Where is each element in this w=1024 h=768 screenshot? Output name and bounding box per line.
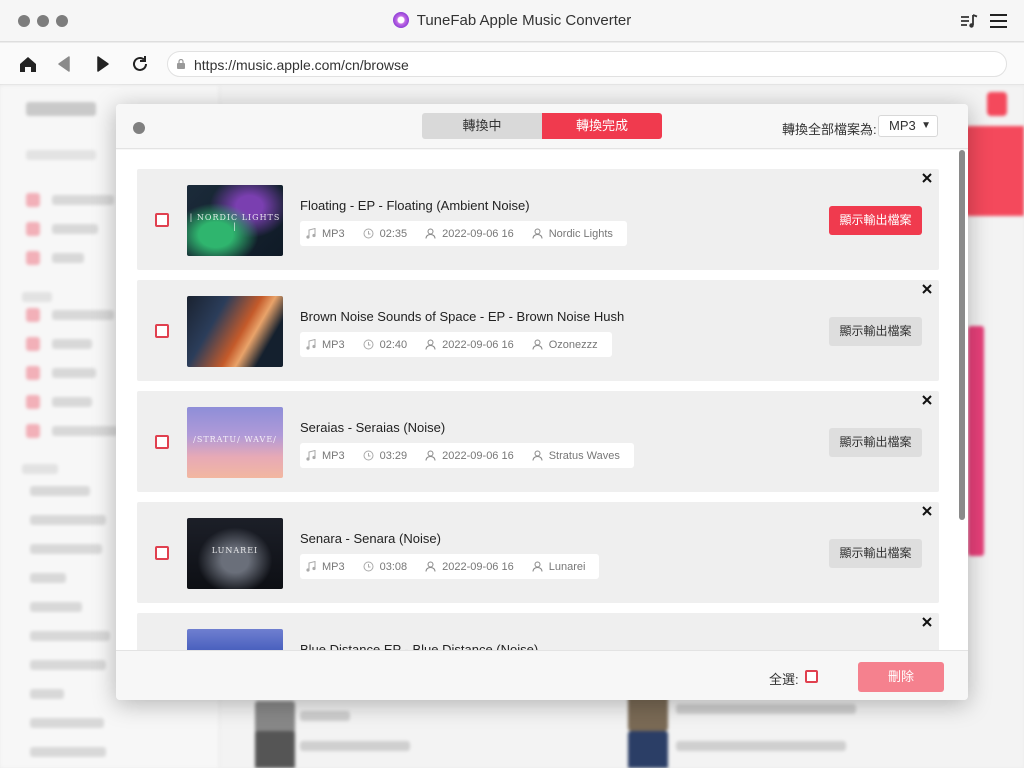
track-meta: MP3 03:29 2022-09-06 16 Stratus Waves [300,443,634,468]
delete-button[interactable]: 刪除 [858,662,944,692]
close-icon[interactable] [921,283,933,295]
app-title-text: TuneFab Apple Music Converter [416,12,632,29]
cover-text: LUNAREI [211,546,259,555]
dialog-footer: 全選: 刪除 [116,650,968,700]
track-artist: Ozonezzz [548,338,598,351]
close-icon[interactable] [921,394,933,406]
track-title: Blue Distance EP - Blue Distance (Noise) [300,642,539,650]
convert-all-label: 轉換全部檔案為: [782,122,877,137]
album-cover: /STRATU/ WAVE/ [187,407,283,478]
show-output-file-button[interactable]: 顯示輸出檔案 [829,317,922,346]
show-output-file-button[interactable]: 顯示輸出檔案 [829,206,922,235]
tab-completed[interactable]: 轉換完成 [542,113,662,139]
url-bar[interactable]: https://music.apple.com/cn/browse [167,51,1007,77]
track-artist: Nordic Lights [548,227,613,240]
album-cover: LUNAREI [187,518,283,589]
track-meta: MP3 03:08 2022-09-06 16 Lunarei [300,554,600,579]
cover-text: | NORDIC LIGHTS | [189,213,281,231]
list-scrollbar[interactable] [959,150,965,520]
artist-icon [532,339,543,350]
clock-icon [363,450,374,461]
select-all-label: 全選: [769,672,799,687]
track-date: 2022-09-06 16 [442,449,514,462]
track-duration: 02:35 [379,227,408,240]
conversion-dialog: 轉換中 轉換完成 轉換全部檔案為: MP3 ▼ | NORDIC LIGHTS … [116,104,968,700]
artist-icon [532,450,543,461]
artist-icon [532,228,543,239]
track-meta: MP3 02:35 2022-09-06 16 Nordic Lights [300,221,627,246]
back-icon[interactable] [55,54,75,74]
close-icon[interactable] [921,172,933,184]
dialog-header: 轉換中 轉換完成 轉換全部檔案為: MP3 ▼ [116,104,968,149]
track-meta: MP3 02:40 2022-09-06 16 Ozonezzz [300,332,612,357]
track-date: 2022-09-06 16 [442,227,514,240]
item-checkbox[interactable] [155,546,169,560]
user-icon [425,561,436,572]
browser-nav-bar: https://music.apple.com/cn/browse [0,43,1024,85]
format-select-value: MP3 [889,118,916,133]
select-all-checkbox[interactable] [805,670,818,683]
close-icon[interactable] [921,505,933,517]
lock-icon [177,59,185,69]
conversion-tabs: 轉換中 轉換完成 [422,113,662,139]
track-format: MP3 [322,560,345,573]
list-item: Brown Noise Sounds of Space - EP - Brown… [137,280,939,381]
clock-icon [363,339,374,350]
tab-converting[interactable]: 轉換中 [422,113,542,139]
clock-icon [363,228,374,239]
music-list-icon[interactable] [959,12,979,30]
track-format: MP3 [322,449,345,462]
menu-icon[interactable] [989,12,1009,30]
show-output-file-button[interactable]: 顯示輸出檔案 [829,539,922,568]
user-icon [425,228,436,239]
music-note-icon [306,561,316,572]
list-item: | NORDIC LIGHTS | Floating - EP - Floati… [137,169,939,270]
list-item: Blue Distance EP - Blue Distance (Noise) [137,613,939,650]
converted-list: | NORDIC LIGHTS | Floating - EP - Floati… [116,150,968,650]
user-icon [425,339,436,350]
music-note-icon [306,450,316,461]
track-duration: 03:29 [379,449,408,462]
item-checkbox[interactable] [155,435,169,449]
track-date: 2022-09-06 16 [442,338,514,351]
forward-icon[interactable] [92,54,112,74]
item-checkbox[interactable] [155,324,169,338]
track-artist: Stratus Waves [548,449,620,462]
refresh-icon[interactable] [130,54,150,74]
close-icon[interactable] [921,616,933,628]
app-logo-icon [392,12,409,28]
track-date: 2022-09-06 16 [442,560,514,573]
track-format: MP3 [322,227,345,240]
track-title: Brown Noise Sounds of Space - EP - Brown… [300,309,625,324]
track-format: MP3 [322,338,345,351]
album-cover: | NORDIC LIGHTS | [187,185,283,256]
track-title: Seraias - Seraias (Noise) [300,420,446,435]
cover-text: /STRATU/ WAVE/ [193,435,277,444]
music-note-icon [306,228,316,239]
track-artist: Lunarei [548,560,586,573]
home-icon[interactable] [18,54,38,74]
album-cover [187,629,283,650]
list-item: LUNAREI Senara - Senara (Noise) MP3 03:0… [137,502,939,603]
track-title: Floating - EP - Floating (Ambient Noise) [300,198,530,213]
artist-icon [532,561,543,572]
item-checkbox[interactable] [155,213,169,227]
album-cover [187,296,283,367]
list-item: /STRATU/ WAVE/ Seraias - Seraias (Noise)… [137,391,939,492]
track-title: Senara - Senara (Noise) [300,531,441,546]
format-select[interactable]: MP3 ▼ [878,115,938,137]
track-duration: 03:08 [379,560,408,573]
music-note-icon [306,339,316,350]
show-output-file-button[interactable]: 顯示輸出檔案 [829,428,922,457]
url-text: https://music.apple.com/cn/browse [194,57,409,73]
user-icon [425,450,436,461]
dialog-close-dot[interactable] [133,122,145,134]
clock-icon [363,561,374,572]
track-duration: 02:40 [379,338,408,351]
dropdown-arrow-icon: ▼ [921,120,931,131]
title-bar: TuneFab Apple Music Converter [0,0,1024,42]
app-title: TuneFab Apple Music Converter [0,12,1024,29]
